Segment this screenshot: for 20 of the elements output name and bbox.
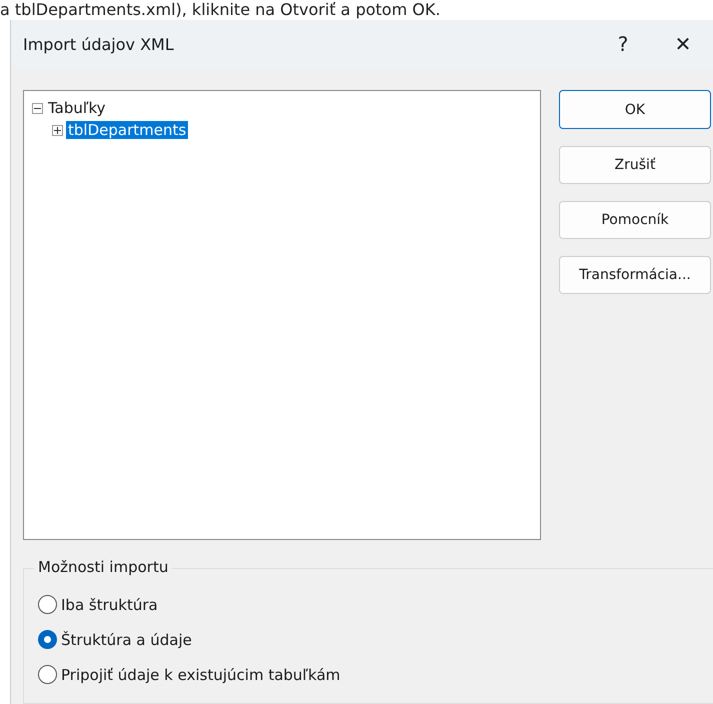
- close-button[interactable]: ✕: [653, 32, 713, 56]
- radio-option[interactable]: Iba štruktúra: [38, 587, 158, 622]
- tree-item[interactable]: tblDepartments: [66, 121, 188, 139]
- radio-option[interactable]: Pripojiť údaje k existujúcim tabuľkám: [38, 657, 340, 692]
- collapse-icon[interactable]: [32, 102, 43, 114]
- tree-item[interactable]: Tabuľky: [46, 99, 108, 117]
- dialog-button[interactable]: Pomocník: [559, 201, 711, 239]
- dialog-button[interactable]: Transformácia...: [559, 256, 711, 294]
- group-title: Možnosti importu: [34, 558, 172, 576]
- radio-icon[interactable]: [38, 630, 57, 649]
- expand-icon[interactable]: [52, 124, 63, 136]
- background-text: a tblDepartments.xml), kliknite na Otvoriť a potom OK.: [0, 0, 442, 20]
- help-button[interactable]: ?: [593, 32, 653, 56]
- radio-icon[interactable]: [38, 595, 57, 614]
- dialog-button[interactable]: OK: [559, 90, 711, 129]
- radio-option[interactable]: Štruktúra a údaje: [38, 622, 192, 657]
- window-title: Import údajov XML: [23, 34, 175, 54]
- dialog-button[interactable]: Zrušiť: [559, 146, 711, 184]
- radio-icon[interactable]: [38, 665, 57, 684]
- tree-view[interactable]: Tabuľky tblDepartments: [23, 90, 541, 540]
